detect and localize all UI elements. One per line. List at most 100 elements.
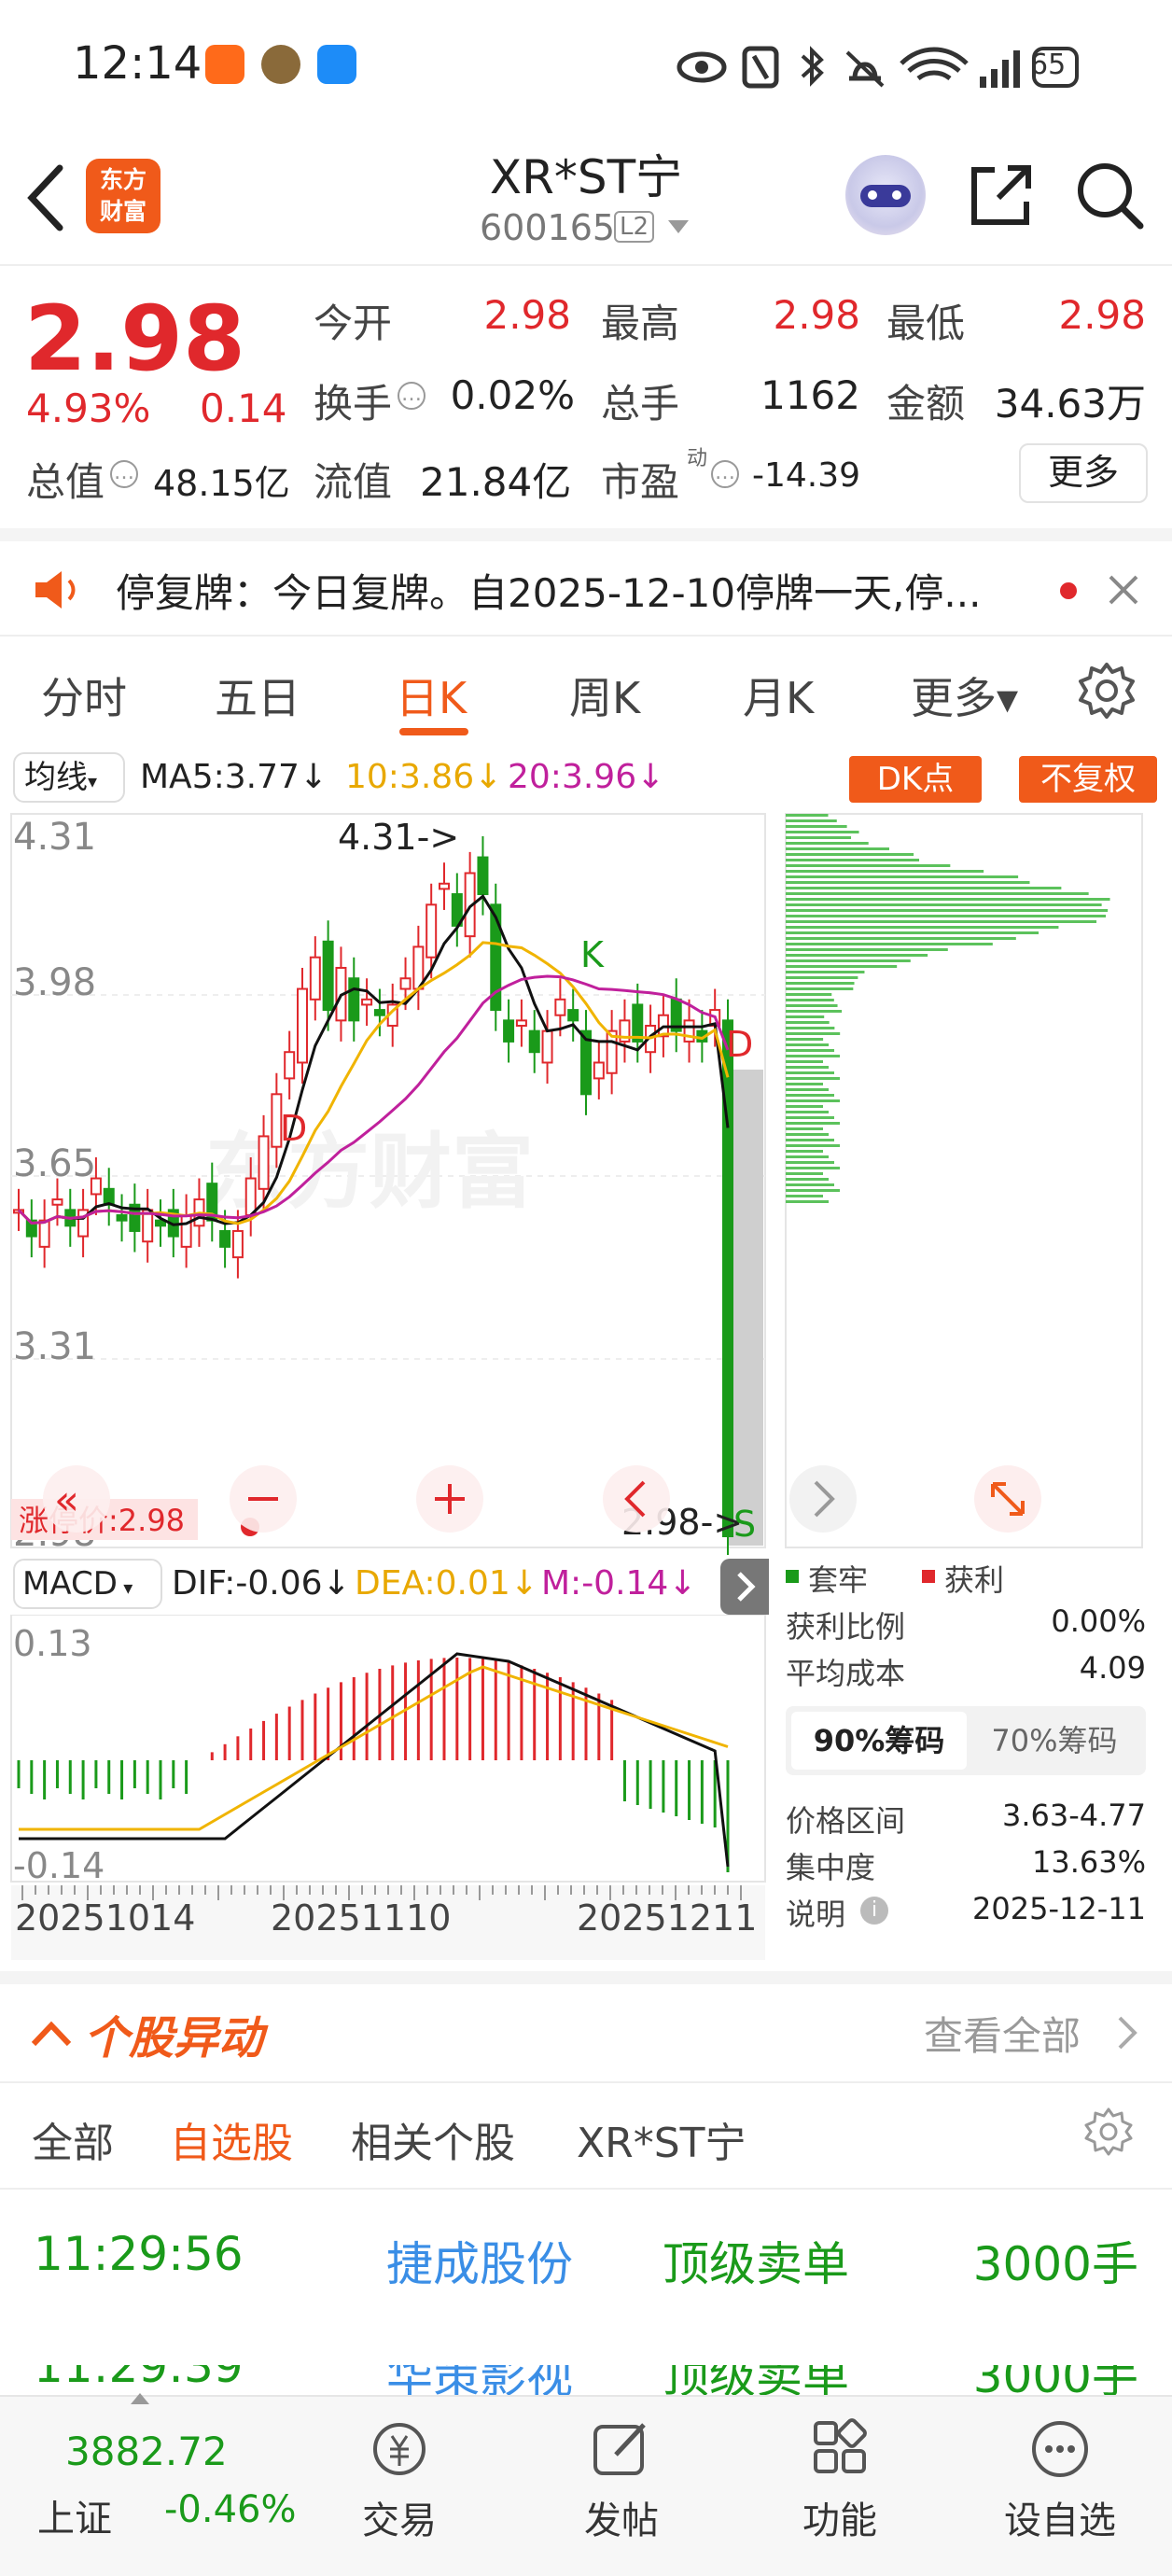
open-label: 今开 (314, 301, 393, 346)
candle-body (244, 1177, 257, 1217)
change-amount: 0.14 (200, 385, 287, 431)
profit-ratio-value: 0.00% (1051, 1603, 1146, 1639)
amount-label: 金额 (886, 381, 966, 427)
chip-bar (786, 1094, 834, 1097)
nav-functions[interactable]: 功能 (765, 2490, 914, 2544)
pe-value: -14.39 (752, 456, 861, 495)
scroll-left-button[interactable]: « (43, 1465, 110, 1533)
index-change[interactable]: -0.46% (164, 2488, 297, 2531)
movement-row-partial[interactable]: 11:29:39 华策影视 顶级卖单 3000手 (0, 2365, 1172, 2395)
tab-monthly-k[interactable]: 月K (743, 665, 814, 726)
chip-bar (786, 1066, 830, 1069)
locked-legend-label: 套牢 (808, 1562, 869, 1598)
price-adjust-button[interactable]: 不复权 (1019, 756, 1157, 803)
nav-post[interactable]: 发帖 (547, 2490, 696, 2544)
chip-bar (786, 1127, 823, 1130)
index-value[interactable]: 3882.72 (65, 2429, 228, 2474)
level2-badge[interactable]: L2 (614, 211, 655, 243)
trade-icon[interactable] (366, 2415, 433, 2483)
chip-scroll-button[interactable] (789, 1465, 857, 1533)
filter-all[interactable]: 全部 (32, 2109, 114, 2169)
more-dots-icon[interactable] (1026, 2415, 1094, 2483)
chip-bar (786, 1088, 830, 1091)
kline-chart[interactable]: 东方财富 4.31 3.98 3.65 3.31 2.98 4.31-> 2.9… (0, 808, 1172, 1555)
info-icon[interactable]: i (860, 1897, 888, 1925)
index-name[interactable]: 上证 (37, 2488, 112, 2542)
chip-bar (786, 1116, 834, 1119)
price-range-label: 价格区间 (786, 1803, 906, 1839)
step-left-button[interactable] (603, 1465, 670, 1533)
chip-bar (786, 1055, 841, 1057)
candle-body (515, 1019, 527, 1028)
chip-bar (786, 1150, 823, 1153)
chip-bar (786, 1139, 834, 1141)
chevron-down-icon[interactable] (668, 220, 689, 233)
chip-bar (786, 1004, 838, 1007)
tab-weekly-k[interactable]: 周K (569, 665, 640, 726)
view-all-link[interactable]: 查看全部 (924, 2005, 1081, 2062)
macd-chart[interactable]: 0.13 -0.14 20251014 20251110 20251211 (0, 1615, 774, 1969)
price-range-value: 3.63-4.77 (1001, 1798, 1146, 1833)
market-cap-label: 总值 (26, 459, 105, 505)
high-value: 2.98 (773, 292, 860, 338)
chip-bar (786, 859, 920, 861)
expand-icon[interactable] (974, 1465, 1041, 1533)
expand-panel-button[interactable] (720, 1559, 769, 1615)
post-icon[interactable] (588, 2415, 655, 2483)
unread-dot (1060, 582, 1077, 599)
info-icon[interactable]: … (398, 382, 426, 410)
settings-gear-icon[interactable] (1077, 661, 1137, 721)
chip-bar (786, 819, 837, 822)
chip-bar (786, 948, 948, 951)
search-icon[interactable] (1073, 159, 1148, 233)
macd-select[interactable]: MACD ▾ (13, 1559, 162, 1609)
chip-bar (786, 954, 928, 957)
filter-this-stock[interactable]: XR*ST宁 (577, 2109, 746, 2169)
filter-settings-icon[interactable] (1082, 2106, 1135, 2158)
movement-stock[interactable]: 捷成股份 (386, 2227, 573, 2294)
chip-bar (786, 1133, 829, 1136)
chip-bar (786, 931, 1039, 934)
movement-row[interactable]: 11:29:56 捷成股份 顶级卖单 3000手 (0, 2227, 1172, 2302)
tab-five-day[interactable]: 五日 (215, 665, 300, 726)
marker-s: S (733, 1504, 756, 1545)
zoom-out-button[interactable] (230, 1465, 297, 1533)
filter-watchlist[interactable]: 自选股 (170, 2109, 293, 2169)
zoom-in-button[interactable] (416, 1465, 483, 1533)
share-icon[interactable] (967, 161, 1036, 230)
info-icon[interactable]: … (110, 460, 138, 488)
functions-icon[interactable] (808, 2415, 875, 2483)
candle-body (51, 1198, 63, 1206)
chevron-up-icon[interactable] (28, 2014, 75, 2051)
tab-more[interactable]: 更多▾ (911, 665, 1018, 726)
chip-bar (786, 1155, 829, 1158)
close-icon[interactable] (1107, 573, 1140, 607)
nav-trade[interactable]: 交易 (325, 2490, 474, 2544)
high-price-annotation: 4.31-> (338, 817, 459, 858)
open-value: 2.98 (483, 292, 571, 338)
more-button[interactable]: 更多 (1019, 443, 1148, 503)
chip-bar (786, 1015, 825, 1018)
chip-tab-70[interactable]: 70%筹码 (969, 1712, 1140, 1770)
low-label: 最低 (886, 301, 966, 346)
tab-intraday[interactable]: 分时 (41, 665, 127, 726)
filter-related[interactable]: 相关个股 (351, 2109, 515, 2169)
chip-tab-90[interactable]: 90%筹码 (791, 1712, 967, 1770)
chevron-right-icon[interactable] (1114, 2012, 1142, 2053)
dk-point-button[interactable]: DK点 (849, 756, 982, 803)
chip-bar (786, 965, 898, 968)
info-icon[interactable]: … (711, 460, 739, 488)
chip-bar (786, 903, 1102, 906)
nav-add-watchlist[interactable]: 设自选 (985, 2490, 1135, 2544)
assistant-robot-icon[interactable] (845, 155, 926, 235)
caret-up-icon (131, 2393, 149, 2404)
candle-body (38, 1219, 50, 1248)
notice-bar[interactable]: 停复牌：今日复牌。自2025-12-10停牌一天,停... (0, 528, 1172, 637)
chip-bar (786, 1178, 829, 1181)
indicator-select[interactable]: 均线▾ (13, 752, 125, 803)
chip-bar (786, 1122, 840, 1125)
chip-bar (786, 1049, 835, 1052)
chip-bar (786, 1195, 823, 1197)
movement-stock[interactable]: 华策影视 (386, 2365, 573, 2395)
tab-daily-k[interactable]: 日K (396, 665, 467, 726)
